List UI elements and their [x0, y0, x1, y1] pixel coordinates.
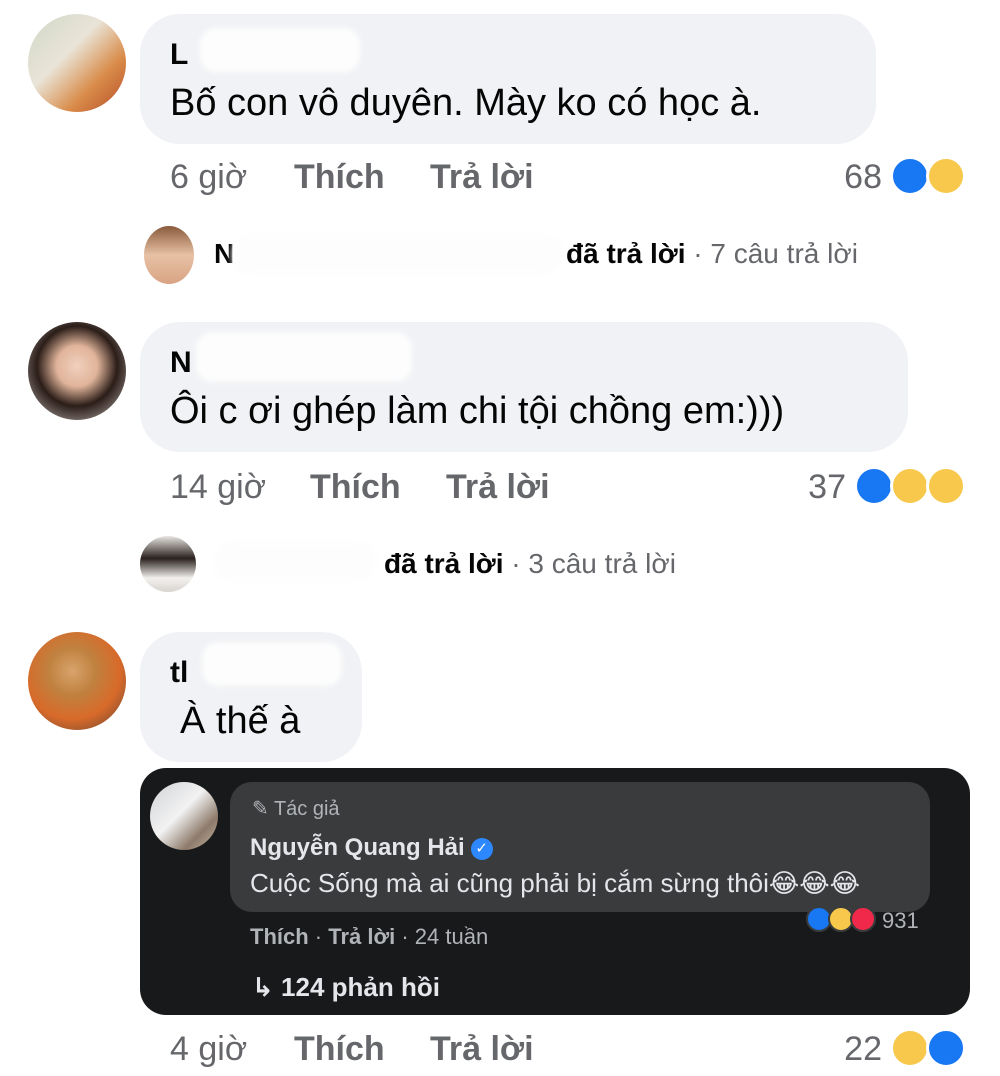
commenter-name[interactable]: tl — [170, 656, 188, 690]
like-link[interactable]: Thích — [294, 1030, 385, 1069]
reaction-count[interactable]: 68 — [820, 158, 882, 197]
heart-icon — [850, 906, 876, 932]
commenter-avatar[interactable] — [28, 632, 126, 730]
reply-link[interactable]: Trả lời — [430, 1030, 534, 1069]
comment-time[interactable]: 14 giờ — [170, 468, 266, 507]
reply-action[interactable]: đã trả lời · 7 câu trả lời — [566, 238, 858, 270]
like-icon — [926, 1028, 966, 1068]
sad-icon — [926, 466, 966, 506]
author-name: Nguyễn Quang Hải ✓ — [250, 834, 493, 862]
haha-icon — [890, 466, 930, 506]
comment-text: Ôi c ơi ghép làm chi tội chồng em:))) — [170, 390, 785, 432]
commenter-avatar[interactable] — [28, 14, 126, 112]
embedded-replies: ↳ 124 phản hồi — [252, 972, 440, 1002]
embedded-screenshot: ✎ Tác giả Nguyễn Quang Hải ✓ Cuộc Sống mà… — [140, 768, 970, 1015]
comment-text: À thế à — [180, 700, 301, 742]
redacted-name — [202, 642, 342, 686]
comment-text: Bố con vô duyên. Mày ko có học à. — [170, 82, 762, 124]
embedded-reaction-count: 931 — [882, 908, 919, 933]
like-link[interactable]: Thích — [294, 158, 385, 197]
reply-link[interactable]: Trả lời — [430, 158, 534, 197]
haha-icon — [926, 156, 966, 196]
redacted-name — [196, 332, 412, 382]
commenter-avatar[interactable] — [28, 322, 126, 420]
like-icon — [854, 466, 894, 506]
reaction-count[interactable]: 22 — [820, 1030, 882, 1069]
like-icon — [890, 156, 930, 196]
haha-icon — [890, 1028, 930, 1068]
author-avatar — [150, 782, 218, 850]
embedded-comment-text: Cuộc Sống mà ai cũng phải bị cắm sừng th… — [250, 868, 861, 898]
reply-link[interactable]: Trả lời — [446, 468, 550, 507]
pencil-icon: ✎ — [252, 798, 269, 820]
like-link[interactable]: Thích — [310, 468, 401, 507]
author-badge: ✎ Tác giả — [252, 798, 340, 820]
embedded-meta: Thích · Trả lời · 24 tuần — [250, 924, 489, 949]
commenter-name[interactable]: L — [170, 38, 188, 72]
reply-arrow-icon: ↳ — [252, 972, 274, 1002]
reply-avatar[interactable] — [144, 226, 194, 284]
reaction-count[interactable]: 37 — [784, 468, 846, 507]
reply-avatar[interactable] — [140, 536, 196, 592]
reply-action[interactable]: đã trả lời · 3 câu trả lời — [384, 548, 676, 580]
redacted-name — [214, 542, 376, 580]
verified-icon: ✓ — [470, 837, 493, 860]
comment-time[interactable]: 4 giờ — [170, 1030, 247, 1069]
redacted-name — [232, 236, 562, 274]
comment-time[interactable]: 6 giờ — [170, 158, 247, 197]
redacted-name — [200, 28, 360, 72]
commenter-name[interactable]: N — [170, 346, 192, 380]
